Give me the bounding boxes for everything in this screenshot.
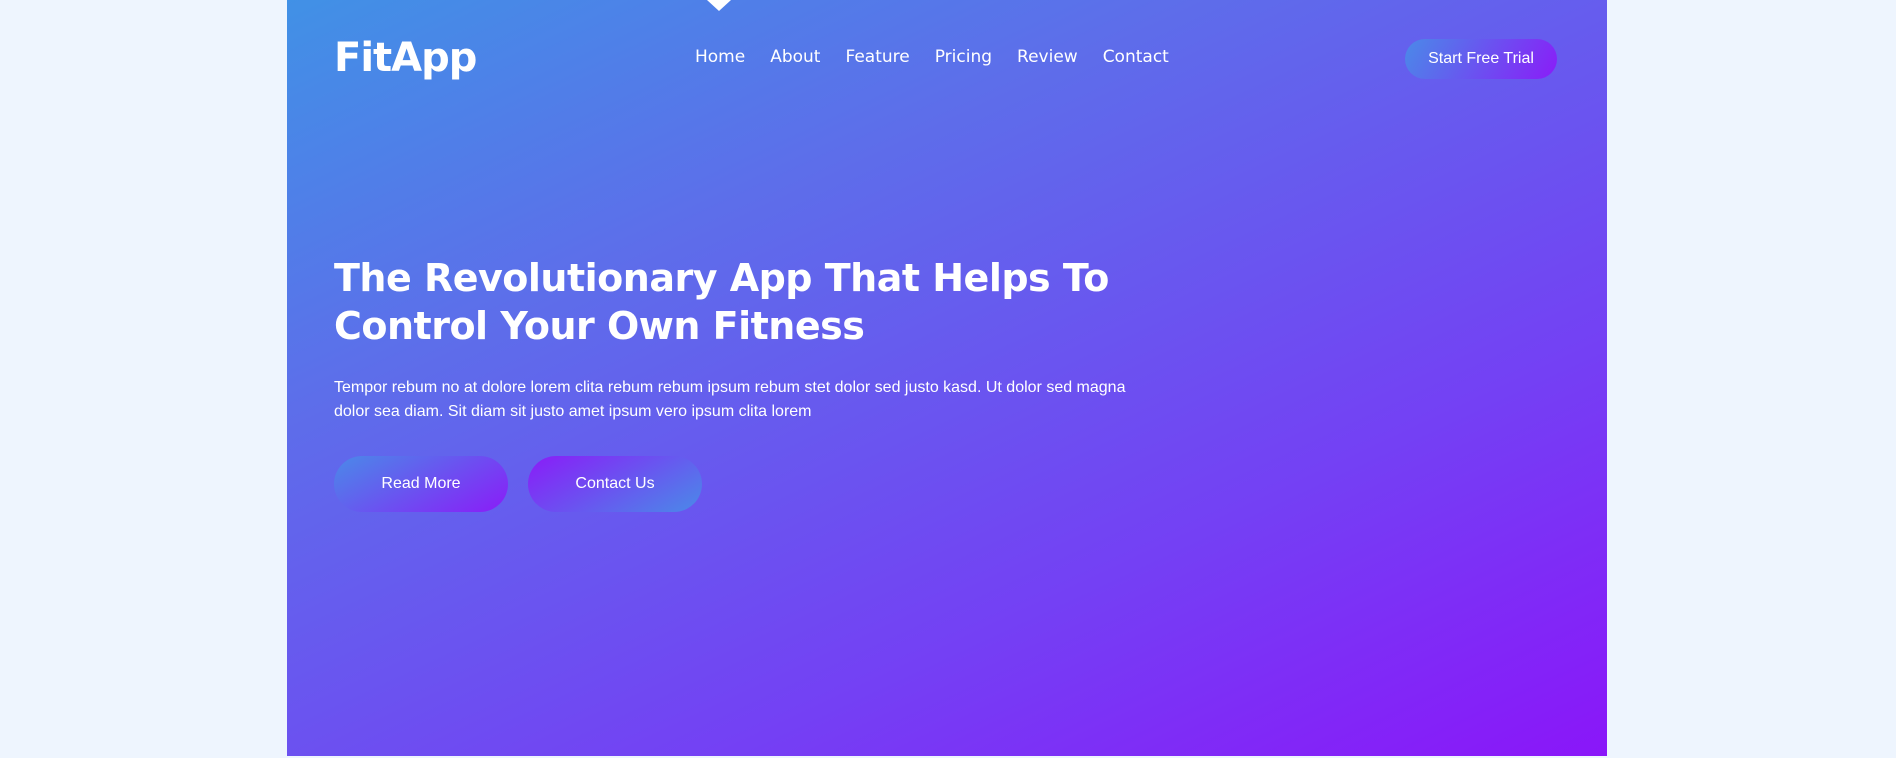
nav-item-review[interactable]: Review	[1017, 44, 1078, 70]
nav-item-pricing[interactable]: Pricing	[935, 44, 992, 70]
nav-item-contact[interactable]: Contact	[1103, 44, 1169, 70]
active-nav-indicator	[707, 0, 731, 11]
read-more-button[interactable]: Read More	[334, 456, 508, 512]
hero-headline-line-2: Control Your Own Fitness	[334, 304, 865, 348]
hero-section: FitApp Home About Feature Pricing Review…	[287, 0, 1607, 756]
hero-description: Tempor rebum no at dolore lorem clita re…	[334, 379, 1126, 420]
nav-item-about[interactable]: About	[770, 44, 820, 70]
brand-logo[interactable]: FitApp	[334, 32, 477, 84]
hero-headline: The Revolutionary App That Helps To Cont…	[334, 254, 1154, 350]
main-nav: Home About Feature Pricing Review Contac…	[695, 44, 1169, 70]
nav-item-feature[interactable]: Feature	[845, 44, 909, 70]
nav-item-home[interactable]: Home	[695, 44, 745, 70]
hero-headline-line-1: The Revolutionary App That Helps To	[334, 256, 1109, 300]
contact-us-button[interactable]: Contact Us	[528, 456, 702, 512]
page: FitApp Home About Feature Pricing Review…	[0, 0, 1896, 758]
start-free-trial-button[interactable]: Start Free Trial	[1405, 39, 1557, 79]
